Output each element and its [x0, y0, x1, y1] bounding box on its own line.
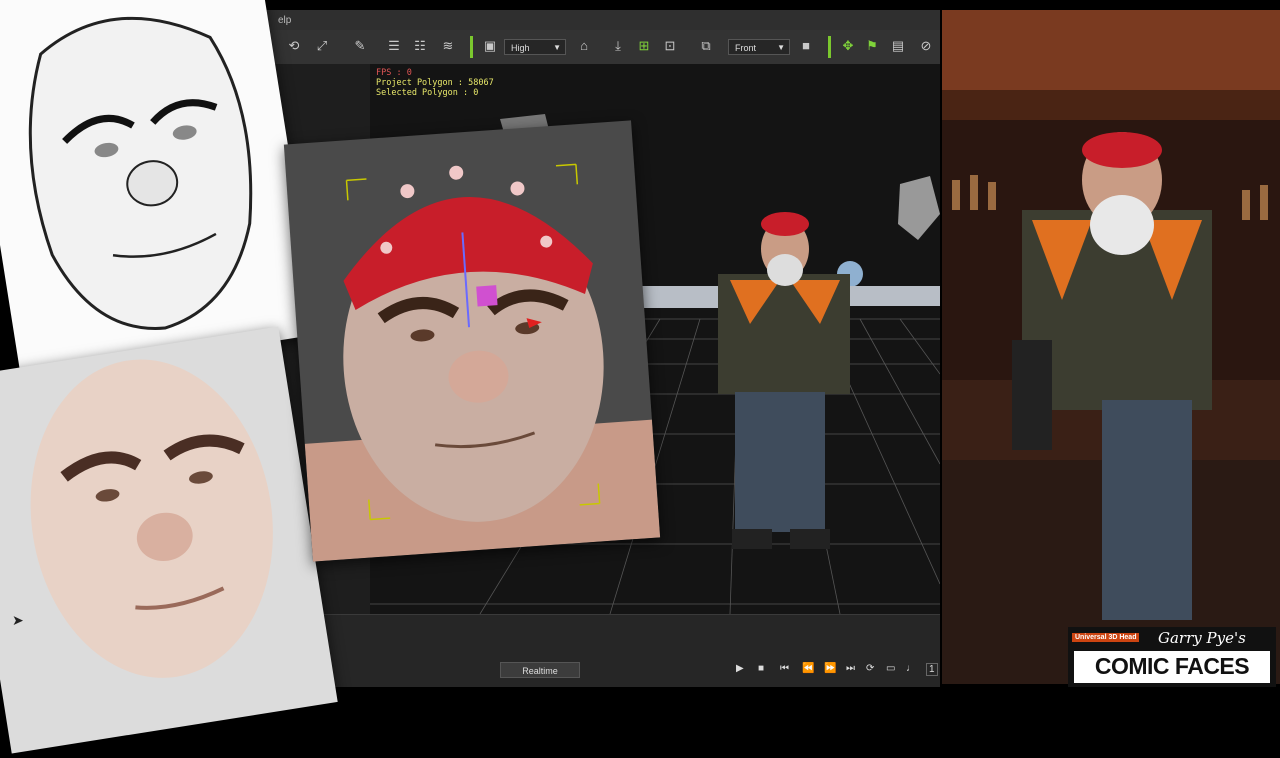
logo-signature: Garry Pye's: [1158, 629, 1246, 647]
sketch-illustration: [28, 16, 253, 330]
render-card: [0, 326, 338, 754]
toolbar-separator: [828, 36, 831, 58]
frame-icon[interactable]: ⧉: [698, 38, 714, 54]
menu-bar: elp: [250, 10, 940, 30]
timeline-bar: Realtime ▶ ■ ⏮ ⏪ ⏩ ⏭ ⟳ ▭ ♩ 1: [250, 614, 940, 687]
download-icon[interactable]: ⤓: [610, 38, 626, 54]
bar-scene-render: [942, 10, 1280, 684]
video-camera-icon[interactable]: ■: [798, 38, 814, 54]
clipboard-icon[interactable]: ▤: [890, 38, 906, 54]
music-note-icon[interactable]: ♩: [906, 663, 916, 674]
mouse-cursor-icon: ➤: [12, 612, 24, 628]
chevron-down-icon: ▼: [553, 43, 561, 52]
skip-start-icon[interactable]: ⏮: [780, 663, 789, 674]
character-figure: [630, 212, 940, 549]
align-right-icon[interactable]: ☷: [412, 38, 428, 54]
head-render: [30, 359, 273, 678]
bar-scene-illustration: [942, 10, 1280, 684]
pick-icon[interactable]: ⊘: [918, 38, 934, 54]
menu-help[interactable]: elp: [278, 15, 291, 26]
chevron-down-icon: ▼: [777, 43, 785, 52]
home-icon[interactable]: ⌂: [576, 38, 592, 54]
flag-icon[interactable]: ⚑: [864, 38, 880, 54]
view-dropdown[interactable]: Front ▼: [728, 39, 790, 55]
realtime-button[interactable]: Realtime: [500, 662, 580, 678]
clean-icon[interactable]: ✎: [352, 38, 368, 54]
focus-icon[interactable]: ⊡: [662, 38, 678, 54]
scale-icon[interactable]: ⤢: [314, 38, 330, 54]
quality-dropdown[interactable]: High ▼: [504, 39, 566, 55]
hair-icon[interactable]: ≋: [440, 38, 456, 54]
add-icon[interactable]: ⊞: [636, 38, 652, 54]
stop-icon[interactable]: ■: [758, 663, 764, 674]
logo-subtitle: Universal 3D Head: [1072, 633, 1140, 642]
bandana-head: [304, 163, 661, 562]
toolbar-separator: [470, 36, 473, 58]
fast-forward-icon[interactable]: ⏩: [824, 663, 836, 674]
logo-title-plate: COMIC FACES: [1074, 651, 1270, 683]
rewind-icon[interactable]: ⏪: [802, 663, 814, 674]
align-left-icon[interactable]: ☰: [386, 38, 402, 54]
toolbar: ⟲ ⤢ ✎ ☰ ☷ ≋ ▣ High ▼ ⌂ ⤓ ⊞ ⊡ ⧉ Front ▼ ■…: [250, 30, 940, 65]
loop-icon[interactable]: ⟳: [866, 663, 874, 674]
logo-title: COMIC FACES: [1094, 653, 1250, 679]
quality-value: High: [511, 43, 530, 53]
sketch-card: [0, 0, 318, 382]
head-editor-card: [283, 120, 661, 562]
skip-end-icon[interactable]: ⏭: [846, 663, 855, 674]
rotate-icon[interactable]: ⟲: [286, 38, 302, 54]
play-icon[interactable]: ▶: [736, 663, 744, 674]
frame-field[interactable]: 1: [926, 663, 938, 676]
comic-faces-logo: Universal 3D Head Garry Pye's COMIC FACE…: [1068, 627, 1276, 687]
view-value: Front: [735, 43, 757, 53]
subtitle-icon[interactable]: ▭: [886, 663, 895, 674]
gizmo-icon[interactable]: ✥: [840, 38, 856, 54]
window-icon[interactable]: ▣: [482, 38, 498, 54]
